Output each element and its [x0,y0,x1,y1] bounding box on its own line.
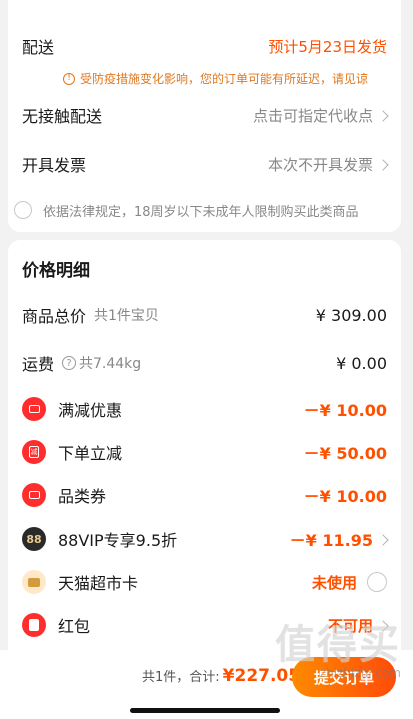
delivery-label: 配送 [22,38,55,57]
manjian-value: －¥ 10.00 [303,401,387,420]
contactless-row[interactable]: 无接触配送 点击可指定代收点 [8,101,401,129]
vip-badge-icon: 88 [22,527,46,551]
legal-notice: 依据法律规定，18周岁以下未成年人限制购买此类商品 [43,205,359,220]
invoice-value-group: 本次不开具发票 [267,154,389,175]
price-detail-card: 价格明细 商品总价 共1件宝贝 ¥ 309.00 运费 ? 共7.44kg ¥ … [8,240,401,650]
market-card-value: 未使用 [311,573,357,592]
vip-value-group: －¥ 11.95 [289,527,389,551]
market-card-value-group: 未使用 [312,572,387,593]
delivery-estimate: 预计5月23日发货 [268,37,387,56]
manjian-label: 满减优惠 [58,401,123,420]
pinlei-value: －¥ 10.00 [303,487,387,506]
card-icon [22,570,46,594]
order-summary-label: 共1件，合计: [142,670,220,685]
market-card-label: 天猫超市卡 [58,574,139,593]
question-icon[interactable]: ? [62,356,77,370]
watermark-logo: 值得买 [275,622,401,668]
red-packet-icon [22,613,46,637]
vip-row[interactable]: 88 88VIP专享9.5折 －¥ 11.95 [8,526,401,552]
goods-total-sub: 共1件宝贝 [94,308,159,324]
watermark: 值得买 zhizhizhi.com [275,612,401,680]
hongbao-label: 红包 [58,617,91,636]
pinlei-row: 品类券 －¥ 10.00 [8,482,401,508]
invoice-row[interactable]: 开具发票 本次不开具发票 [8,150,401,178]
pinlei-label: 品类券 [58,487,107,506]
goods-total-label-group: 商品总价 共1件宝贝 [22,303,159,327]
order-options-card: 配送 预计5月23日发货 ! 受防疫措施变化影响，您的订单可能有所延迟，请见谅 … [8,0,401,232]
home-indicator [130,708,280,713]
price-detail-title: 价格明细 [22,261,90,281]
shipping-label-group: 运费 ? 共7.44kg [22,351,141,375]
xiadan-row: 减 下单立减 －¥ 50.00 [8,439,401,465]
delivery-row[interactable]: 配送 预计5月23日发货 [8,33,401,59]
contactless-label: 无接触配送 [22,107,103,126]
chevron-right-icon [377,533,389,546]
ticket-icon [22,483,46,507]
coupon-icon [22,397,46,421]
legal-agree-radio[interactable] [14,201,32,219]
market-card-row[interactable]: 天猫超市卡 未使用 [8,569,401,595]
chevron-right-icon [377,109,389,122]
xiadan-label: 下单立减 [58,444,123,463]
shipping-value: ¥ 0.00 [336,353,387,373]
warning-icon: ! [63,72,75,85]
delay-notice: ! 受防疫措施变化影响，您的订单可能有所延迟，请见谅 [63,70,368,87]
xiadan-value: －¥ 50.00 [303,444,387,463]
contactless-value: 点击可指定代收点 [252,106,373,125]
goods-total-label: 商品总价 [22,307,87,326]
delay-notice-text: 受防疫措施变化影响，您的订单可能有所延迟，请见谅 [80,72,369,86]
goods-total-row: 商品总价 共1件宝贝 ¥ 309.00 [8,302,401,328]
shipping-row: 运费 ? 共7.44kg ¥ 0.00 [8,350,401,376]
invoice-label: 开具发票 [22,156,87,175]
goods-total-value: ¥ 309.00 [315,305,387,325]
shipping-weight: 共7.44kg [79,356,142,372]
vip-label: 88VIP专享9.5折 [58,531,178,550]
invoice-value: 本次不开具发票 [267,155,373,174]
market-card-radio[interactable] [367,572,387,592]
contactless-value-group: 点击可指定代收点 [252,105,389,126]
manjian-row: 满减优惠 －¥ 10.00 [8,396,401,422]
vip-value: －¥ 11.95 [289,531,373,550]
discount-icon: 减 [22,440,46,464]
shipping-label: 运费 [22,355,55,374]
chevron-right-icon [377,158,389,171]
